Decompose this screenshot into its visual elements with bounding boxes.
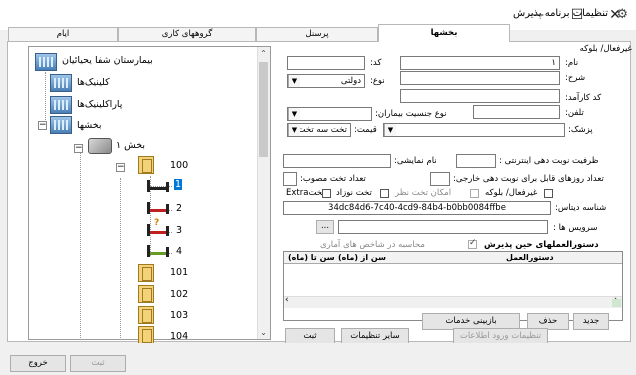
newborn-bed-label: تخت نوزاد: [336, 188, 372, 198]
exit-button[interactable]: خروج: [10, 355, 66, 372]
services-input[interactable]: [338, 220, 548, 234]
collapse-room100-icon[interactable]: −: [116, 163, 125, 172]
collapse-ward1-icon[interactable]: −: [74, 144, 83, 153]
tree-node-ward1[interactable]: بخش ۱: [116, 140, 145, 151]
ward-icon: [88, 138, 112, 154]
internet-capacity-input[interactable]: [456, 154, 496, 168]
type-label: نوع:: [370, 76, 385, 86]
external-days-label: تعداد روزهای قابل برای نوبت دهی خارجی:: [453, 174, 604, 184]
dataset-id-field[interactable]: 34dc84d6-7c40-4cd9-84b4-b0bb0084ffbe: [283, 201, 551, 215]
tree-node-bed-3[interactable]: 3: [176, 225, 182, 236]
tree-node-room-103[interactable]: 103: [170, 310, 188, 321]
newborn-bed-checkbox[interactable]: [380, 189, 389, 198]
name-label: نام:: [565, 58, 579, 68]
close-button[interactable]: ✕: [598, 4, 632, 26]
bed-question-icon: ?: [154, 218, 160, 228]
tree-line: [45, 72, 46, 122]
room-icon: [138, 326, 154, 344]
room-icon: [138, 264, 154, 282]
extra-bed-checkbox[interactable]: [322, 189, 331, 198]
bed-icon: [147, 245, 169, 257]
tab-work-groups[interactable]: گروههای کاری: [118, 27, 256, 41]
orders-title: دستورالعملهای حین پذیرش: [484, 240, 599, 250]
tree-node-room-101[interactable]: 101: [170, 267, 188, 278]
tree-root-hospital[interactable]: بیمارستان شفا یحیائیان: [62, 55, 153, 66]
approved-beds-input[interactable]: [283, 172, 297, 186]
footer-save-button[interactable]: ثبت: [70, 355, 126, 372]
chevron-down-icon[interactable]: ▼: [288, 75, 300, 87]
tab-personnel[interactable]: پرسنل: [256, 27, 378, 41]
statistics-label: محاسبه در شاخص های آماری: [320, 240, 425, 250]
chevron-down-icon[interactable]: ▼: [384, 124, 396, 136]
paraclinic-building-icon: [50, 96, 72, 114]
scroll-thumb[interactable]: [259, 62, 268, 157]
tree-node-room-104[interactable]: 104: [170, 331, 188, 342]
physician-label: پزشک:: [568, 125, 593, 135]
internet-capacity-label: ظرفیت نوبت دهی اینترنتی :: [499, 156, 599, 166]
minimize-button[interactable]: —: [520, 4, 554, 26]
display-name-label: نام نمایشی:: [394, 156, 437, 166]
approved-beds-label: تعداد تخت مصوب:: [300, 174, 366, 184]
tree-node-clinics[interactable]: کلینیک‌ها: [77, 77, 110, 88]
block-checkbox[interactable]: [544, 189, 553, 198]
scroll-down-icon[interactable]: ⌄: [258, 327, 269, 339]
maximize-button[interactable]: ☐: [560, 4, 594, 26]
phone-input[interactable]: [473, 105, 560, 119]
collapse-wards-icon[interactable]: −: [38, 121, 47, 130]
room-icon: [138, 156, 154, 174]
observation-bed-label: امکان تخت نظر: [395, 188, 452, 198]
grid-corner: [612, 299, 621, 307]
col-age-to[interactable]: سن تا (ماه): [288, 253, 335, 262]
col-instruction[interactable]: دستورالعمل: [506, 253, 554, 262]
gender-label: نوع جنسیت بیماران:: [375, 109, 447, 119]
display-name-input[interactable]: [283, 154, 391, 168]
tab-days[interactable]: ایام: [8, 27, 118, 41]
grid-horizontal-scrollbar[interactable]: [284, 296, 622, 308]
services-label: سرویس ها :: [553, 223, 598, 233]
tree-line: [120, 178, 121, 338]
kardex-code-label: کد کارآمد:: [565, 93, 602, 103]
room-icon: [138, 306, 154, 324]
scroll-up-icon[interactable]: ⌃: [258, 48, 269, 60]
external-days-input[interactable]: [430, 172, 450, 186]
name-input[interactable]: ۱: [400, 56, 560, 70]
statistics-checkbox[interactable]: [468, 238, 477, 249]
bed-icon: [147, 180, 169, 192]
tab-wards[interactable]: بخشها: [378, 24, 510, 42]
orders-grid[interactable]: سن تا (ماه) سن از (ماه) دستورالعمل: [283, 251, 623, 321]
chevron-down-icon[interactable]: ▼: [288, 108, 300, 120]
col-age-from[interactable]: سن از (ماه): [338, 253, 386, 262]
tree-node-paraclinics[interactable]: پاراکلینیک‌ها: [77, 99, 122, 110]
hospital-building-icon: [35, 53, 57, 71]
room-icon: [138, 285, 154, 303]
extra-bed-label: تختExtra: [286, 188, 325, 198]
price-label: قیمت:: [354, 125, 377, 135]
chevron-down-icon[interactable]: ▼: [288, 124, 300, 136]
tree-node-bed-4[interactable]: 4: [176, 246, 182, 257]
observation-bed-checkbox[interactable]: [470, 189, 479, 198]
clinic-building-icon: [50, 74, 72, 92]
scroll-left-icon[interactable]: ‹: [285, 295, 289, 305]
phone-label: تلفن:: [565, 108, 584, 118]
tree-node-bed-2[interactable]: 2: [176, 203, 182, 214]
bed-icon: [147, 202, 169, 214]
code-label: کد:: [370, 58, 382, 68]
tree-node-room-100[interactable]: 100: [170, 160, 188, 171]
kardex-code-input[interactable]: [400, 89, 560, 103]
wards-building-icon: [50, 116, 72, 134]
services-browse-button[interactable]: ...: [316, 220, 334, 234]
tree-line: [80, 150, 81, 340]
physician-select[interactable]: [383, 123, 565, 137]
tree-node-bed-1[interactable]: 1: [174, 179, 183, 190]
description-input[interactable]: [400, 71, 560, 85]
tree-node-wards[interactable]: بخشها: [77, 120, 102, 131]
block-label: غیرفعال/ بلوکه: [485, 188, 538, 198]
tree-node-room-102[interactable]: 102: [170, 289, 188, 300]
new-button[interactable]: جدید: [573, 313, 609, 330]
dataset-id-label: شناسه دیتاس:: [555, 203, 607, 213]
code-input[interactable]: [287, 56, 365, 70]
non-active-block-title: غیرفعال/ بلوکه: [579, 44, 632, 54]
description-label: شرح:: [565, 73, 586, 83]
